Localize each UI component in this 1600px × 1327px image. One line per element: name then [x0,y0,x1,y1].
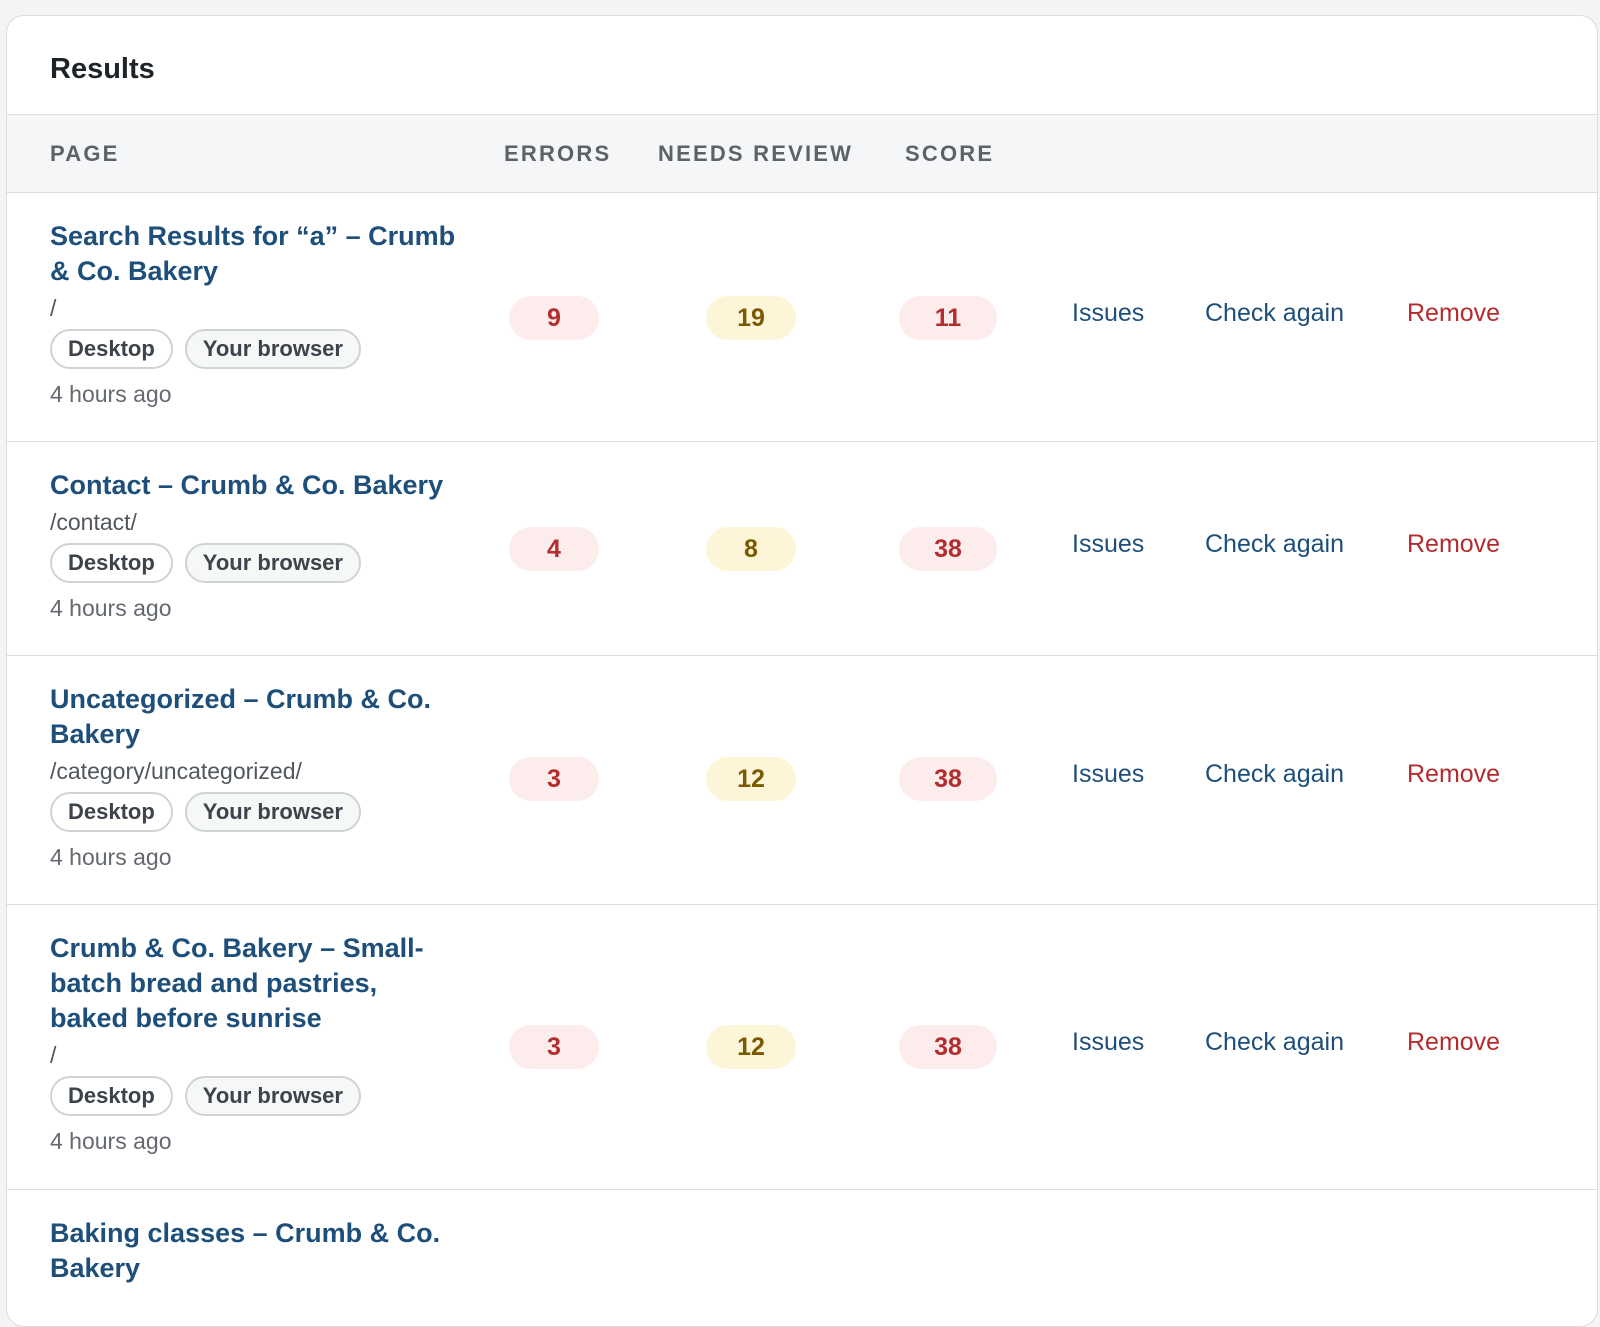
device-tag: Desktop [50,1076,173,1116]
browser-tag: Your browser [184,329,361,369]
device-tag: Desktop [50,543,173,583]
tag-list: Desktop Your browser [50,329,460,369]
issues-link[interactable]: Issues [1072,299,1144,328]
table-row: Uncategorized – Crumb & Co. Bakery /cate… [7,656,1597,905]
page-title-link[interactable]: Uncategorized – Crumb & Co. Bakery [50,682,460,752]
issues-link[interactable]: Issues [1072,760,1144,789]
remove-link[interactable]: Remove [1407,1028,1500,1057]
browser-tag: Your browser [184,543,361,583]
table-row: Contact – Crumb & Co. Bakery /contact/ D… [7,442,1597,656]
check-again-link[interactable]: Check again [1205,530,1344,559]
page-title-link[interactable]: Search Results for “a” – Crumb & Co. Bak… [50,219,460,289]
header-page: PAGE [50,141,120,166]
browser-tag: Your browser [184,792,361,832]
score-badge: 38 [899,757,997,801]
checked-time: 4 hours ago [50,1128,172,1154]
table-row: Crumb & Co. Bakery – Small-batch bread a… [7,905,1597,1190]
page-path: /category/uncategorized/ [50,758,302,784]
checked-time: 4 hours ago [50,381,172,407]
errors-count-badge: 4 [509,527,599,571]
checked-time: 4 hours ago [50,595,172,621]
browser-tag: Your browser [184,1076,361,1116]
header-needs-review: NEEDS REVIEW [658,141,854,166]
remove-link[interactable]: Remove [1407,299,1500,328]
issues-link[interactable]: Issues [1072,530,1144,559]
tag-list: Desktop Your browser [50,543,460,583]
check-again-link[interactable]: Check again [1205,1028,1344,1057]
page-cell: Contact – Crumb & Co. Bakery /contact/ D… [50,468,460,622]
remove-link[interactable]: Remove [1407,760,1500,789]
table-row: Baking classes – Crumb & Co. Bakery [7,1190,1597,1326]
results-panel: Results PAGE ERRORS NEEDS REVIEW SCORE S… [6,15,1598,1327]
score-badge: 38 [899,527,997,571]
page-path: / [50,1042,57,1068]
tag-list: Desktop Your browser [50,1076,460,1116]
remove-link[interactable]: Remove [1407,530,1500,559]
score-badge: 11 [899,296,997,340]
checked-time: 4 hours ago [50,844,172,870]
table-header: PAGE ERRORS NEEDS REVIEW SCORE [7,115,1597,193]
page-title-link[interactable]: Crumb & Co. Bakery – Small-batch bread a… [50,931,460,1036]
header-score: SCORE [905,141,995,166]
errors-count-badge: 3 [509,1025,599,1069]
panel-title: Results [7,16,1597,115]
needs-review-count-badge: 12 [706,757,796,801]
header-errors: ERRORS [504,141,612,166]
page-title-link[interactable]: Contact – Crumb & Co. Bakery [50,468,460,503]
score-badge: 38 [899,1025,997,1069]
needs-review-count-badge: 12 [706,1025,796,1069]
page-path: / [50,295,57,321]
needs-review-count-badge: 19 [706,296,796,340]
page-path: /contact/ [50,509,137,535]
page-cell: Crumb & Co. Bakery – Small-batch bread a… [50,931,460,1155]
errors-count-badge: 9 [509,296,599,340]
table-row: Search Results for “a” – Crumb & Co. Bak… [7,193,1597,442]
tag-list: Desktop Your browser [50,792,460,832]
page-title-link[interactable]: Baking classes – Crumb & Co. Bakery [50,1216,460,1286]
page-cell: Search Results for “a” – Crumb & Co. Bak… [50,219,460,408]
page-cell: Uncategorized – Crumb & Co. Bakery /cate… [50,682,460,871]
check-again-link[interactable]: Check again [1205,299,1344,328]
issues-link[interactable]: Issues [1072,1028,1144,1057]
check-again-link[interactable]: Check again [1205,760,1344,789]
device-tag: Desktop [50,329,173,369]
needs-review-count-badge: 8 [706,527,796,571]
page-cell: Baking classes – Crumb & Co. Bakery [50,1216,460,1286]
errors-count-badge: 3 [509,757,599,801]
device-tag: Desktop [50,792,173,832]
